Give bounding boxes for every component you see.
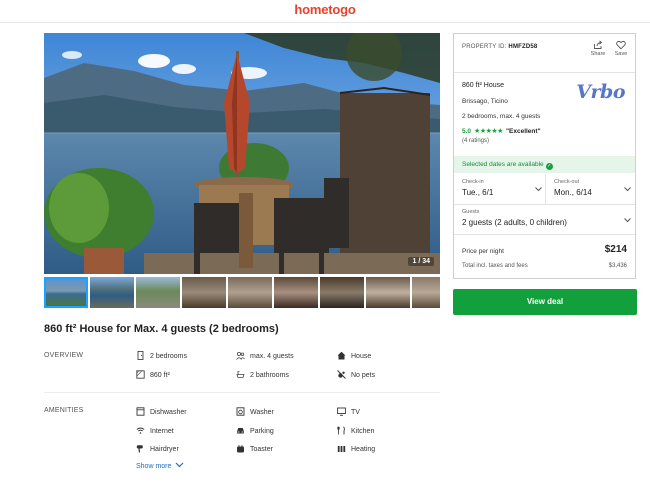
heating-icon: [337, 444, 346, 453]
chevron-down-icon: [624, 185, 631, 194]
parking-icon: [236, 426, 245, 435]
listing-title: 860 ft² House for Max. 4 guests (2 bedro…: [44, 323, 279, 335]
view-deal-button[interactable]: View deal: [453, 289, 637, 315]
wifi-icon: [136, 426, 145, 435]
lake-terrace-photo: [44, 33, 440, 274]
overview-guests: max. 4 guests: [236, 351, 294, 360]
save-button[interactable]: Save: [611, 40, 631, 57]
vrbo-logo: Vrbo: [576, 81, 625, 103]
overview-area: 860 ft²: [136, 370, 170, 379]
price-per-night-label: Price per night: [462, 248, 504, 255]
rating-summary: 5.0 ★★★★★ "Excellent": [462, 127, 541, 135]
top-bar: hometogo: [0, 0, 650, 23]
overview-bedrooms: 2 bedrooms: [136, 351, 187, 360]
property-capacity: 2 bedrooms, max. 4 guests: [462, 113, 541, 120]
property-id: PROPERTY ID: HMFZD58: [462, 44, 538, 50]
dishwasher-icon: [136, 407, 145, 416]
kitchen-icon: [337, 426, 346, 435]
rating-score: 5.0: [462, 128, 472, 135]
washer-icon: [236, 407, 245, 416]
star-rating-icon: ★★★★★: [474, 128, 503, 135]
hometogo-logo[interactable]: hometogo: [0, 2, 650, 17]
area-icon: [136, 370, 145, 379]
tv-icon: [337, 407, 346, 416]
house-icon: [337, 351, 346, 360]
amenity-tv: TV: [337, 407, 360, 416]
amenity-heating: Heating: [337, 444, 375, 453]
guests-icon: [236, 351, 245, 360]
check-in-field[interactable]: Check-in Tue., 6/1: [462, 179, 542, 201]
guests-field[interactable]: Guests 2 guests (2 adults, 0 children): [462, 209, 622, 231]
card-divider: [454, 72, 635, 73]
thumbnail-5[interactable]: [228, 277, 272, 308]
thumbnail-7[interactable]: [320, 277, 364, 308]
amenity-parking: Parking: [236, 426, 274, 435]
share-button[interactable]: Share: [588, 40, 608, 57]
hairdryer-icon: [136, 444, 145, 453]
thumbnail-8[interactable]: [366, 277, 410, 308]
overview-pets: No pets: [337, 370, 375, 379]
overview-bathrooms: 2 bathrooms: [236, 370, 289, 379]
amenity-kitchen: Kitchen: [337, 426, 374, 435]
chevron-down-icon: [624, 216, 631, 225]
section-divider: [44, 392, 440, 393]
amenity-hairdryer: Hairdryer: [136, 444, 179, 453]
thumbnail-6[interactable]: [274, 277, 318, 308]
photo-thumbnails: [44, 277, 440, 308]
rating-text: "Excellent": [505, 128, 541, 135]
card-divider: [454, 204, 635, 205]
thumbnail-9[interactable]: [412, 277, 440, 308]
total-price-label: Total incl. taxes and fees: [462, 263, 528, 269]
overview-type: House: [337, 351, 371, 360]
chevron-down-icon: [173, 462, 184, 470]
check-circle-icon: ✓: [545, 163, 553, 170]
amenities-label: AMENITIES: [44, 407, 84, 414]
amenity-washer: Washer: [236, 407, 274, 416]
date-divider: [545, 174, 546, 204]
bathroom-icon: [236, 370, 245, 379]
amenity-internet: Internet: [136, 426, 174, 435]
rating-count[interactable]: (4 ratings): [462, 138, 489, 144]
amenity-toaster: Toaster: [236, 444, 273, 453]
price-per-night: $214: [604, 244, 627, 255]
thumbnail-1[interactable]: [44, 277, 88, 308]
share-icon: [588, 40, 608, 50]
property-type: 860 ft² House: [462, 82, 505, 89]
thumbnail-4[interactable]: [182, 277, 226, 308]
toaster-icon: [236, 444, 245, 453]
card-divider: [454, 234, 635, 235]
chevron-down-icon: [535, 185, 542, 194]
total-price: $3,436: [608, 263, 627, 269]
overview-label: OVERVIEW: [44, 352, 84, 359]
property-location: Brissago, Ticino: [462, 98, 508, 105]
thumbnail-3[interactable]: [136, 277, 180, 308]
main-photo[interactable]: 1 / 34: [44, 33, 440, 274]
amenity-dishwasher: Dishwasher: [136, 407, 187, 416]
no-pets-icon: [337, 370, 346, 379]
photo-counter: 1 / 34: [408, 257, 434, 266]
thumbnail-2[interactable]: [90, 277, 134, 308]
door-icon: [136, 351, 145, 360]
booking-card: PROPERTY ID: HMFZD58 Share Save 860 ft² …: [453, 33, 636, 279]
heart-icon: [611, 40, 631, 50]
availability-banner: Selected dates are available ✓: [454, 156, 635, 173]
check-out-field[interactable]: Check-out Mon., 6/14: [554, 179, 626, 201]
show-more-amenities[interactable]: Show more: [136, 462, 184, 470]
